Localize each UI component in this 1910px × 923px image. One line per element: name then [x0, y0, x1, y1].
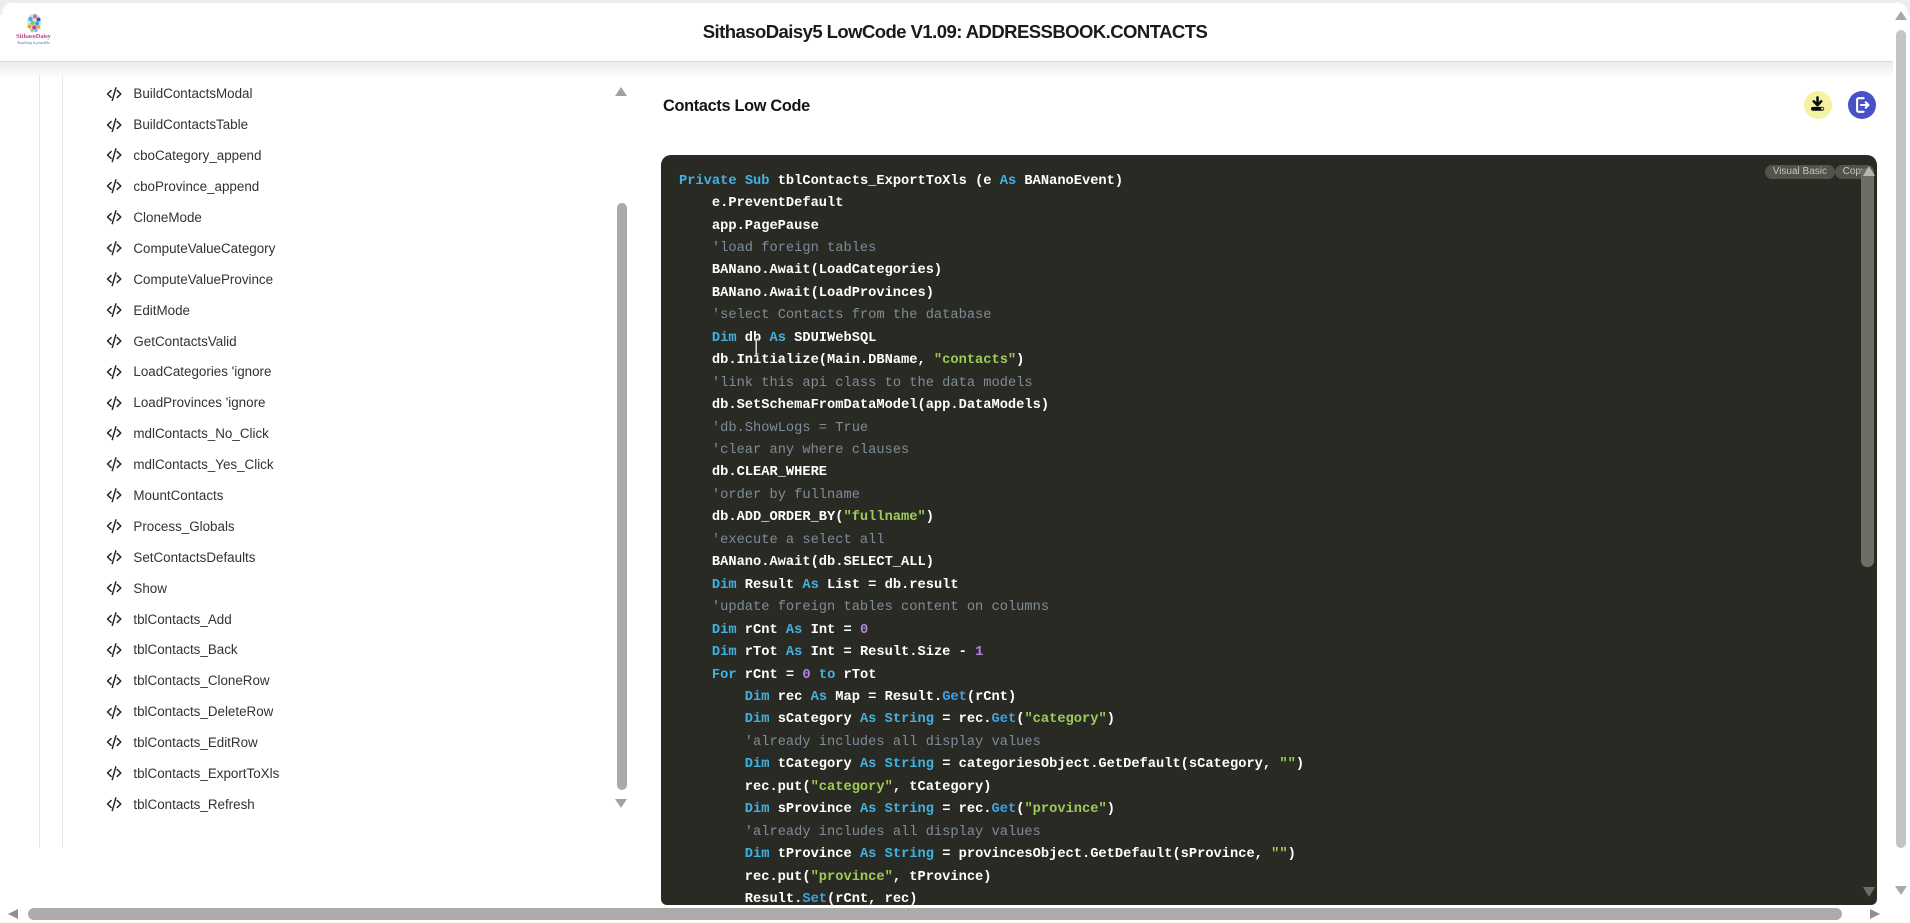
svg-text:Anything is possible: Anything is possible: [16, 40, 50, 45]
svg-text:SithasoDaisy: SithasoDaisy: [16, 33, 51, 40]
